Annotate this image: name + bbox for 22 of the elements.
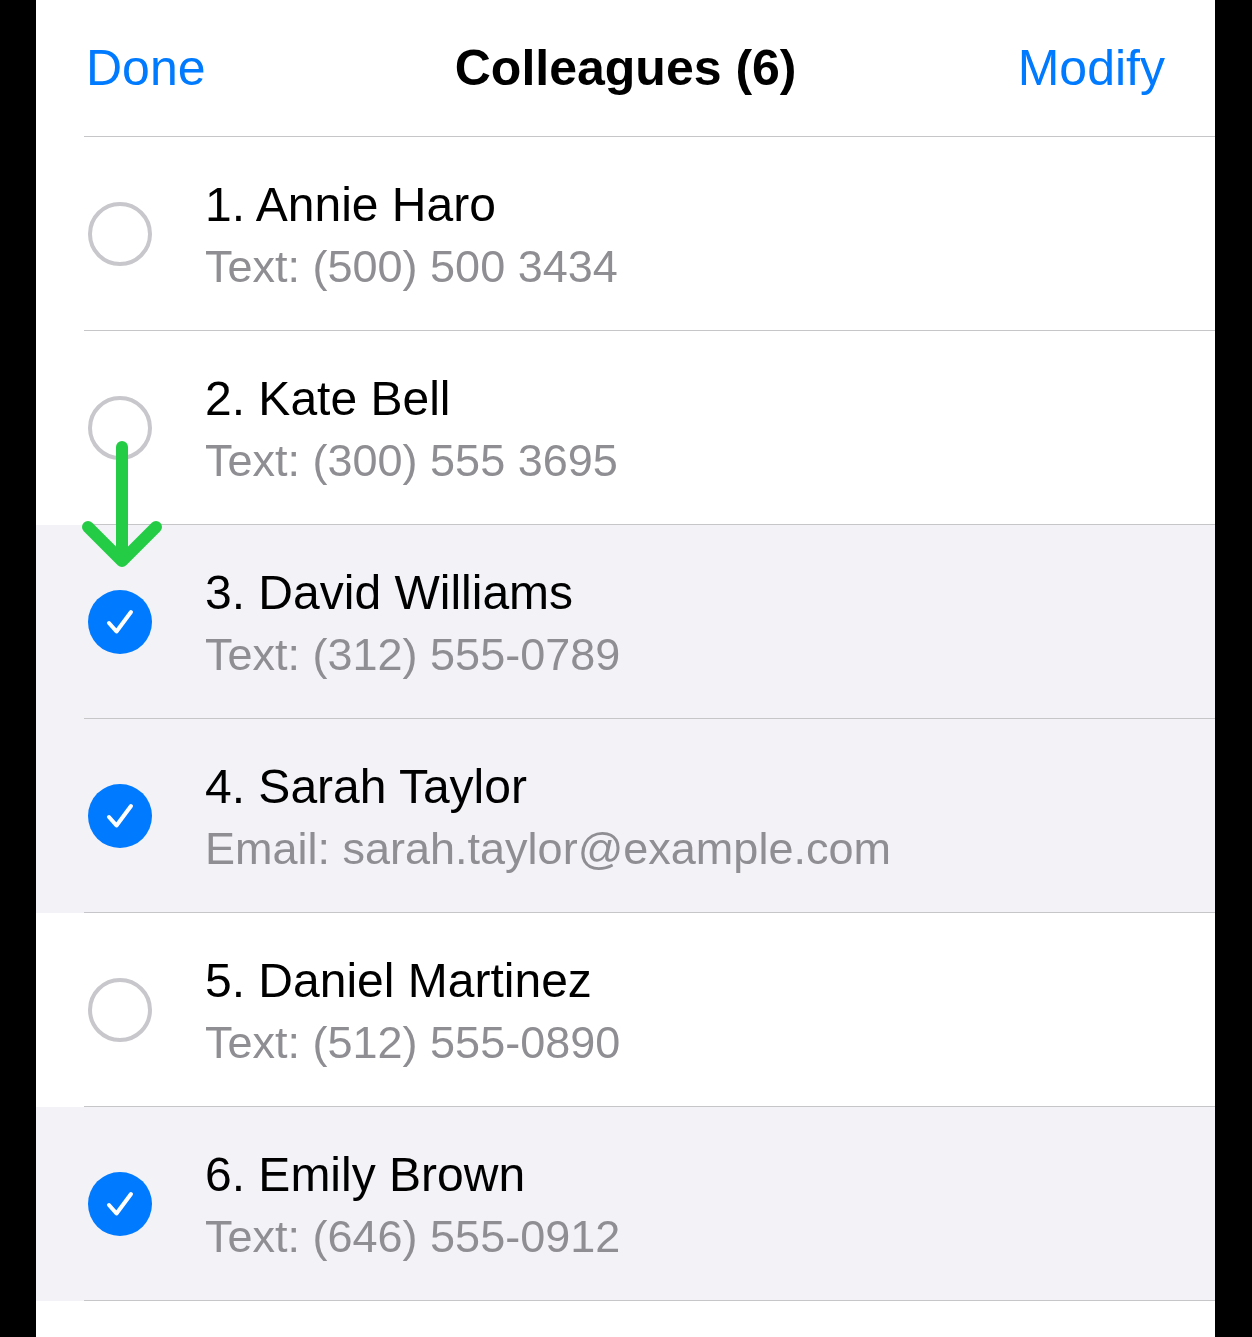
done-button[interactable]: Done	[86, 38, 206, 98]
contact-detail: Text: (512) 555-0890	[205, 1016, 621, 1070]
check-circle-icon[interactable]	[88, 1171, 152, 1236]
modify-button[interactable]: Modify	[1017, 38, 1165, 98]
contact-name: 3. David Williams	[205, 565, 575, 621]
contact-detail: Text: (500) 500 3434	[205, 240, 618, 294]
contact-name: 1. Annie Haro	[205, 177, 497, 233]
contact-name: 6. Emily Brown	[205, 1147, 527, 1203]
contact-name: 2. Kate Bell	[205, 371, 452, 427]
contact-name: 4. Sarah Taylor	[205, 759, 528, 815]
contact-name: 5. Daniel Martinez	[205, 953, 593, 1009]
contact-detail: Text: (300) 555 3695	[205, 434, 618, 488]
navigation-title: Colleagues (6)	[454, 39, 797, 98]
contact-detail: Text: (312) 555-0789	[205, 628, 621, 682]
contact-row[interactable]: 6. Emily Brown Text: (646) 555-0912	[36, 1107, 1215, 1301]
check-circle-icon[interactable]	[88, 589, 152, 654]
contact-row[interactable]: 4. Sarah Taylor Email: sarah.taylor@example.com	[36, 719, 1215, 913]
empty-circle-icon[interactable]	[88, 395, 152, 460]
contact-detail: Text: (646) 555-0912	[205, 1210, 621, 1264]
check-circle-icon[interactable]	[88, 783, 152, 848]
contact-row[interactable]: 3. David Williams Text: (312) 555-0789	[36, 525, 1215, 719]
contact-detail: Email: sarah.taylor@example.com	[205, 822, 891, 876]
